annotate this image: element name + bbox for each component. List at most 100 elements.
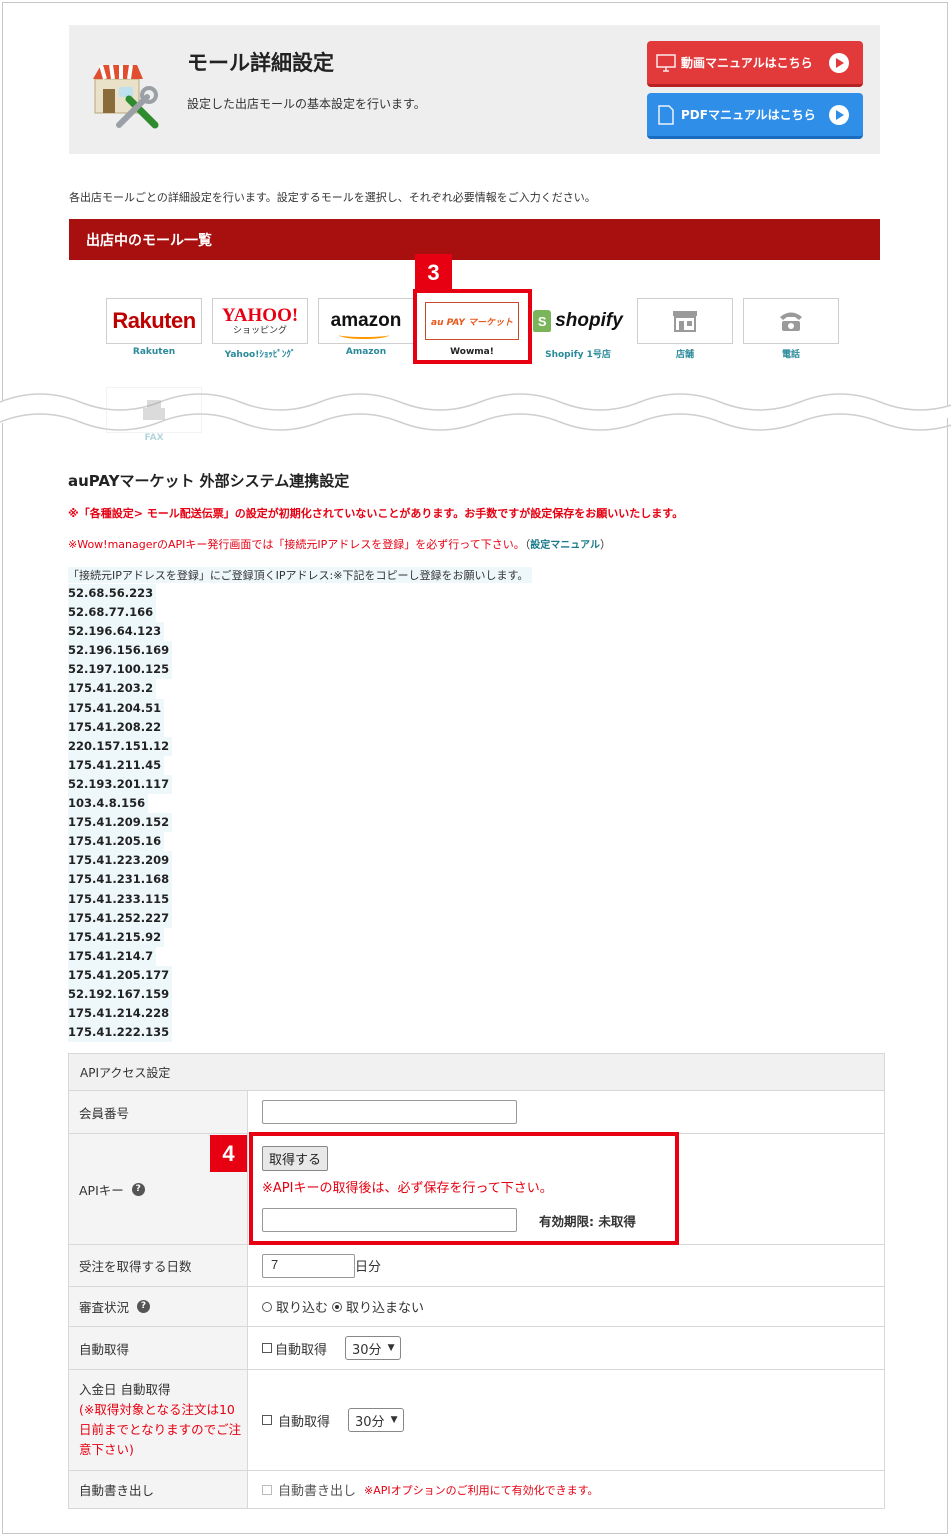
auto-export-checkbox-label: 自動書き出し [278,1484,357,1499]
monitor-icon [656,53,676,72]
payment-auto-fetch-interval-select[interactable]: 30分 ▼ [348,1408,405,1432]
ip-address-item: 175.41.215.92 [68,927,165,947]
ip-address-item: 175.41.233.115 [68,889,173,909]
ip-address-item: 175.41.208.22 [68,717,165,737]
ip-address-item: 175.41.211.45 [68,755,165,775]
auto-fetch-checkbox[interactable] [262,1343,272,1353]
auto-fetch-interval-select[interactable]: 30分 ▼ [345,1336,402,1360]
order-days-unit: 日分 [355,1260,382,1275]
help-icon[interactable]: ? [137,1300,151,1313]
row-auto-export: 自動書き出し 自動書き出し ※APIオプションのご利用にて有効化できます。 [69,1470,884,1508]
mall-label-amazon[interactable]: Amazon [318,347,414,357]
payment-auto-fetch-title: 入金日 自動取得 [79,1382,171,1397]
row-auto-fetch: 自動取得 自動取得 30分 ▼ [69,1326,884,1369]
page-subtitle: 設定した出店モールの基本設定を行います。 [187,97,426,111]
mall-label-shopify[interactable]: Shopify 1号店 [530,347,626,360]
ip-address-item: 175.41.223.209 [68,851,173,871]
rakuten-logo: Rakuten [112,308,196,333]
ip-address-item: 220.157.151.12 [68,736,173,756]
ip-address-item: 175.41.231.168 [68,870,173,890]
ip-address-item: 175.41.203.2 [68,679,157,699]
ip-address-item: 52.196.64.123 [68,622,165,642]
paren-close: ） [599,538,611,551]
mall-card-phone[interactable] [743,298,839,344]
yahoo-logo-text: YAHOO! [221,305,299,326]
pdf-file-icon [658,104,674,125]
review-import-radio[interactable] [262,1301,272,1312]
shopify-logo: Sshopify [533,310,623,332]
yahoo-logo-sub: ショッピング [232,326,287,336]
shopify-bag-icon: S [533,310,552,332]
ip-address-item: 175.41.252.227 [68,908,173,928]
mall-label-yahoo[interactable]: Yahoo!ｼｮｯﾋﾟﾝｸﾞ [212,347,308,360]
shopify-logo-text: shopify [555,310,623,331]
review-skip-radio[interactable] [332,1301,343,1312]
video-manual-label: 動画マニュアルはこちら [681,56,813,70]
ip-address-item: 175.41.205.177 [68,965,173,985]
section-title: auPAYマーケット 外部システム連携設定 [68,472,350,490]
table-header: APIアクセス設定 [69,1054,884,1090]
ip-address-item: 175.41.209.152 [68,813,173,833]
row-review-status: 審査状況? 取り込む 取り込まない [69,1286,884,1326]
mall-card-store[interactable] [637,298,733,344]
payment-auto-fetch-interval-value: 30分 [355,1414,385,1430]
auto-fetch-label: 自動取得 [69,1327,248,1369]
mall-label-rakuten[interactable]: Rakuten [106,347,202,357]
chevron-down-icon: ▼ [390,1415,398,1425]
ip-address-item: 52.68.56.223 [68,584,157,604]
setting-manual-link[interactable]: 設定マニュアル [530,540,600,551]
ip-address-item: 175.41.205.16 [68,832,165,852]
warning-ip-register: ※Wow!managerのAPIキー発行画面では「接続元IPアドレスを登録」を必… [68,536,611,552]
step-4-badge: 4 [210,1135,247,1172]
warning-shipping: ※「各種設定> モール配送伝票」の設定が初期化されていないことがあります。お手数… [68,507,684,520]
review-import-label: 取り込む [276,1301,329,1316]
play-icon [829,104,849,125]
yahoo-logo: YAHOO! ショッピング [222,306,298,336]
review-status-label-text: 審査状況 [79,1300,130,1315]
mall-list-heading: 出店中のモール一覧 [69,219,880,260]
mall-card-shopify[interactable]: Sshopify [530,298,626,344]
order-days-label: 受注を取得する日数 [69,1245,248,1286]
play-icon [829,52,849,73]
mall-card-amazon[interactable]: amazon [318,298,414,344]
ip-address-item: 52.193.201.117 [68,774,173,795]
mall-card-rakuten[interactable]: Rakuten [106,298,202,344]
intro-text: 各出店モールごとの詳細設定を行います。設定するモールを選択し、それぞれ必要情報を… [69,191,596,204]
page-title: モール詳細設定 [187,51,334,75]
auto-fetch-interval-value: 30分 [352,1342,382,1358]
ip-address-item: 52.68.77.166 [68,603,157,623]
ip-address-item: 52.192.167.159 [68,984,173,1005]
mall-label-fax[interactable]: FAX [106,433,202,443]
page-header: モール詳細設定 設定した出店モールの基本設定を行います。 動画マニュアルはこちら… [69,25,880,154]
auto-export-note: ※APIオプションのご利用にて有効化できます。 [364,1483,599,1497]
mall-card-fax[interactable] [106,387,202,433]
video-manual-button[interactable]: 動画マニュアルはこちら [647,41,863,87]
payment-auto-fetch-checkbox[interactable] [262,1415,272,1425]
member-number-label: 会員番号 [69,1091,248,1133]
auto-export-label: 自動書き出し [69,1471,248,1508]
api-access-table: APIアクセス設定 会員番号 APIキー? 取得する ※APIキーの取得後は、必… [68,1053,885,1509]
ip-address-list: 52.68.56.223 52.68.77.166 52.196.64.123 52.… [68,584,173,1043]
payment-auto-fetch-checkbox-label: 自動取得 [278,1414,331,1430]
ip-address-item: 103.4.8.156 [68,794,149,814]
api-key-label-text: APIキー [79,1182,124,1198]
step-4-highlight [249,1132,679,1245]
review-status-label: 審査状況? [69,1287,248,1326]
member-number-input[interactable] [262,1100,517,1124]
auto-fetch-checkbox-label: 自動取得 [275,1342,328,1358]
row-order-days: 受注を取得する日数 7 日分 [69,1244,884,1286]
step-3-badge: 3 [415,254,452,291]
mall-label-store[interactable]: 店舗 [637,347,733,360]
pdf-manual-button[interactable]: PDFマニュアルはこちら [647,93,863,139]
row-member-number: 会員番号 [69,1090,884,1133]
ip-address-item: 52.196.156.169 [68,641,173,661]
ip-address-item: 175.41.214.228 [68,1004,173,1024]
review-skip-label: 取り込まない [346,1301,425,1316]
mall-card-yahoo[interactable]: YAHOO! ショッピング [212,298,308,344]
help-icon[interactable]: ? [131,1182,145,1196]
amazon-logo: amazon [331,310,401,339]
ip-address-item: 52.197.100.125 [68,660,173,680]
mall-label-phone[interactable]: 電話 [743,347,839,360]
auto-export-checkbox[interactable] [262,1484,272,1495]
order-days-input[interactable]: 7 [262,1253,355,1278]
